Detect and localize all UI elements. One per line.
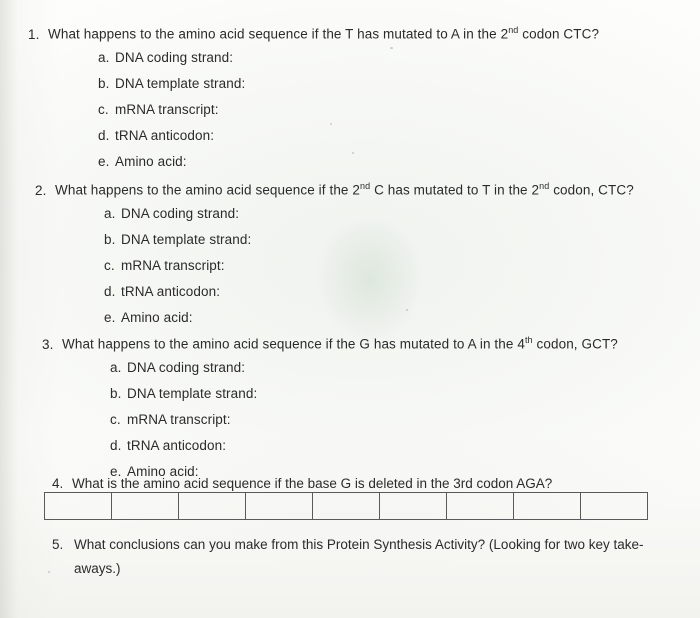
question-4: 4. What is the amino acid sequence if the… (52, 476, 552, 491)
question-2: 2. What happens to the amino acid sequenc… (35, 181, 634, 199)
question-3-item-b-label: DNA template strand: (127, 386, 258, 401)
question-1-item-c-letter: c. (98, 102, 109, 117)
answer-cell[interactable] (44, 492, 112, 520)
question-3: 3. What happens to the amino acid sequenc… (42, 335, 618, 353)
question-3-item-d: d. tRNA anticodon: (110, 438, 226, 455)
question-1-item-d-letter: d. (98, 128, 110, 143)
answer-cell[interactable] (245, 492, 313, 520)
question-1-text-after: codon CTC? (518, 26, 600, 42)
question-1-item-e-label: Amino acid: (115, 154, 187, 169)
question-2-sup-2: nd (539, 181, 550, 191)
question-1-item-d-label: tRNA anticodon: (115, 128, 215, 143)
question-3-sup: th (524, 335, 533, 345)
answer-cell[interactable] (580, 492, 648, 520)
question-1-item-e: e. Amino acid: (98, 154, 187, 171)
question-1-item-b-letter: b. (98, 76, 110, 91)
question-5-line-2: aways.) (74, 561, 121, 576)
scan-speck (330, 123, 332, 125)
answer-cell[interactable] (312, 492, 380, 520)
answer-cell[interactable] (178, 492, 246, 520)
scan-speck (406, 309, 408, 311)
question-3-item-b: b. DNA template strand: (110, 386, 257, 403)
question-4-number: 4. (52, 476, 64, 491)
question-5-line-1: What conclusions can you make from this … (74, 537, 644, 552)
question-1-number: 1. (28, 26, 40, 42)
question-2-item-c-label: mRNA transcript: (121, 258, 225, 273)
question-3-text-after: codon, GCT? (532, 336, 618, 352)
question-2-item-b-label: DNA template strand: (121, 232, 252, 247)
question-2-item-e-letter: e. (104, 310, 116, 325)
question-1-item-d: d. tRNA anticodon: (98, 128, 214, 145)
question-1-item-c-label: mRNA transcript: (115, 102, 219, 117)
question-3-item-a-letter: a. (110, 360, 122, 375)
question-2-item-e-label: Amino acid: (121, 310, 193, 325)
question-2-text-before: What happens to the amino acid sequence … (55, 182, 360, 198)
question-1-item-c: c. mRNA transcript: (98, 102, 219, 119)
question-2-item-c-letter: c. (104, 258, 115, 273)
question-1-item-a-letter: a. (98, 50, 110, 65)
question-5: 5. What conclusions can you make from thi… (52, 537, 644, 552)
question-1: 1. What happens to the amino acid sequenc… (28, 25, 599, 43)
scan-speck (48, 571, 50, 573)
answer-cell[interactable] (379, 492, 447, 520)
question-4-text: What is the amino acid sequence if the b… (72, 476, 553, 491)
question-2-item-d: d. tRNA anticodon: (104, 284, 220, 301)
question-1-item-b: b. DNA template strand: (98, 76, 245, 93)
question-3-item-c-letter: c. (110, 412, 121, 427)
question-3-item-b-letter: b. (110, 386, 122, 401)
question-3-item-c: c. mRNA transcript: (110, 412, 231, 429)
question-2-item-c: c. mRNA transcript: (104, 258, 225, 275)
question-1-item-a: a. DNA coding strand: (98, 50, 233, 67)
question-3-item-a: a. DNA coding strand: (110, 360, 245, 377)
answer-cell[interactable] (513, 492, 581, 520)
question-2-sup-1: nd (360, 181, 371, 191)
question-3-number: 3. (42, 336, 54, 352)
question-2-item-d-label: tRNA anticodon: (121, 284, 221, 299)
question-1-text-before: What happens to the amino acid sequence … (48, 26, 509, 42)
table-row (44, 492, 648, 520)
scan-speck (352, 152, 354, 154)
question-3-item-d-letter: d. (110, 438, 122, 453)
question-1-item-a-label: DNA coding strand: (115, 50, 234, 65)
question-2-item-e: e. Amino acid: (104, 310, 193, 327)
question-3-item-d-label: tRNA anticodon: (127, 438, 227, 453)
answer-cell[interactable] (111, 492, 179, 520)
question-2-text-after: codon, CTC? (549, 182, 634, 198)
question-2-item-a: a. DNA coding strand: (104, 206, 239, 223)
question-3-item-a-label: DNA coding strand: (127, 360, 246, 375)
question-1-sup: nd (508, 25, 519, 35)
answer-cell[interactable] (446, 492, 514, 520)
question-1-item-b-label: DNA template strand: (115, 76, 246, 91)
question-2-item-b-letter: b. (104, 232, 116, 247)
question-2-text-middle: C has mutated to T in the 2 (370, 182, 540, 198)
question-2-item-a-label: DNA coding strand: (121, 206, 240, 221)
question-3-text-before: What happens to the amino acid sequence … (62, 336, 525, 352)
question-1-item-e-letter: e. (98, 154, 110, 169)
question-2-number: 2. (35, 182, 47, 198)
question-2-item-d-letter: d. (104, 284, 116, 299)
question-5-number: 5. (52, 537, 64, 552)
question-2-item-b: b. DNA template strand: (104, 232, 251, 249)
scan-speck (390, 47, 393, 49)
amino-acid-answer-table (44, 492, 648, 520)
question-3-item-c-label: mRNA transcript: (127, 412, 231, 427)
question-2-item-a-letter: a. (104, 206, 116, 221)
question-5-line-2-wrapper: aways.) (74, 561, 121, 576)
